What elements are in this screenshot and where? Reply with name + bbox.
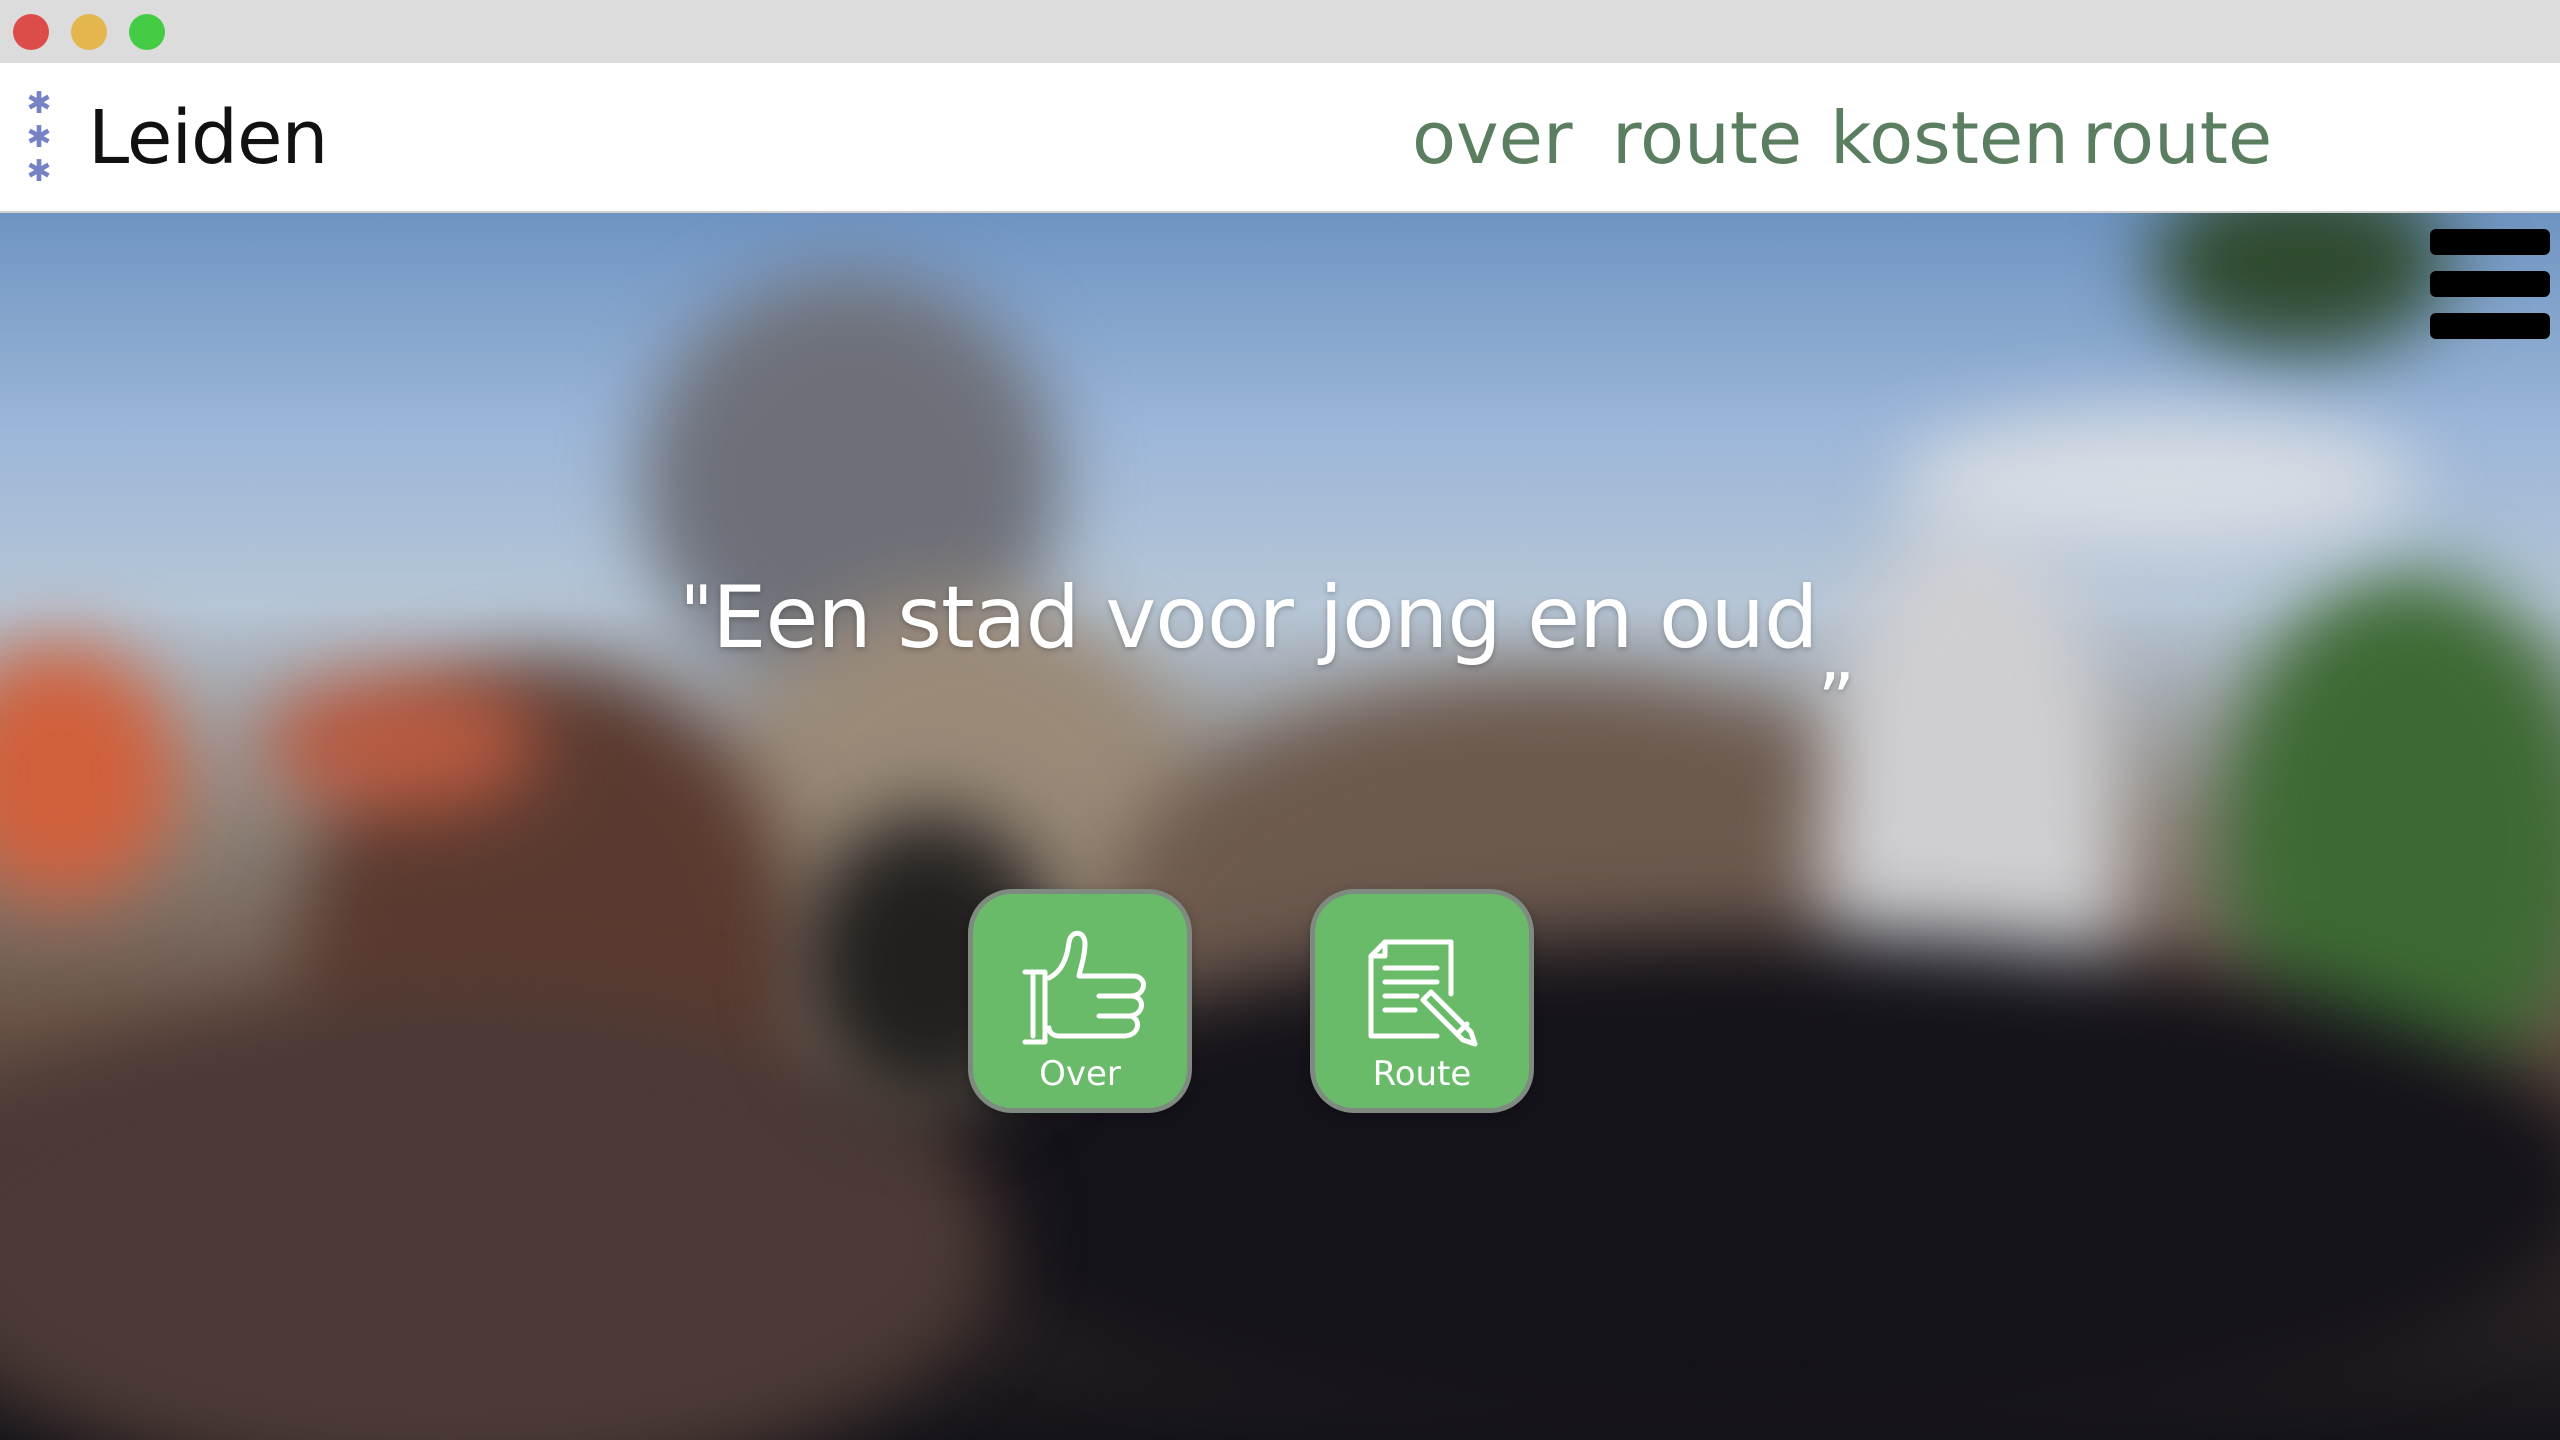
nav-link-kosten[interactable]: kosten	[1830, 93, 2069, 183]
quote-close-mark: „	[1817, 614, 1855, 698]
site-logo-text[interactable]: Leiden	[88, 93, 328, 183]
over-button[interactable]: Over	[968, 889, 1192, 1113]
hero-section: "Een stad voor jong en oud„ Over Route	[0, 213, 2560, 1440]
nav-link-route[interactable]: route	[1612, 93, 1802, 183]
route-button[interactable]: Route	[1310, 889, 1534, 1113]
nav-link-route-2[interactable]: route	[2082, 93, 2272, 183]
site-header: ✱ ✱ ✱ Leiden over route kosten route	[0, 63, 2560, 213]
hero-quote-text: Een stad voor jong en oud	[712, 568, 1818, 668]
puzzle-icon: ✱ ✱ ✱	[26, 86, 52, 189]
hero-quote: "Een stad voor jong en oud„	[680, 557, 1880, 711]
window-titlebar	[0, 0, 2560, 63]
document-pencil-icon	[1368, 939, 1478, 1047]
nav-link-over[interactable]: over	[1412, 93, 1573, 183]
hamburger-menu-icon[interactable]	[2430, 229, 2550, 339]
route-button-label: Route	[1372, 1054, 1472, 1094]
over-button-label: Over	[1039, 1054, 1121, 1094]
quote-open-mark: "	[680, 570, 713, 654]
window-minimize-button[interactable]	[71, 14, 107, 50]
window-close-button[interactable]	[13, 14, 49, 50]
window-maximize-button[interactable]	[129, 14, 165, 50]
thumbs-up-icon	[1022, 930, 1146, 1045]
